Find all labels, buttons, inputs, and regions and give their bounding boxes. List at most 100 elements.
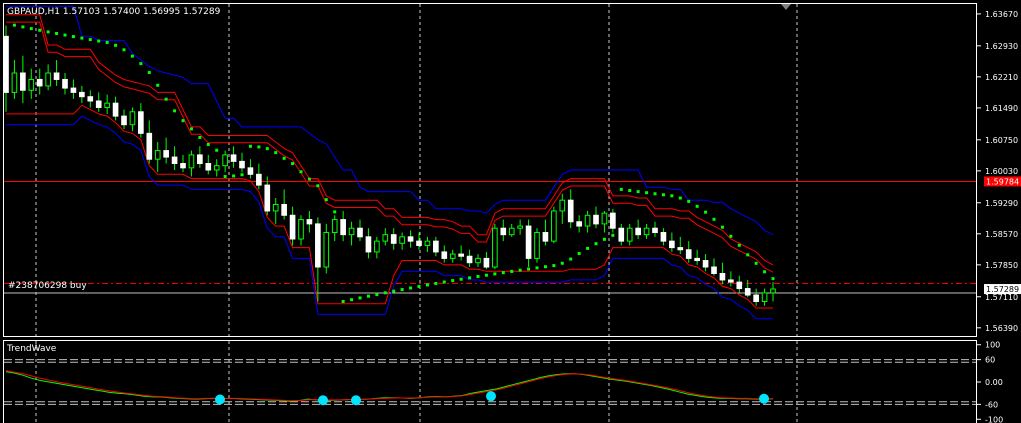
candle-body [306, 219, 313, 225]
candle-body [272, 203, 279, 212]
candle-body [382, 234, 389, 242]
candle-body [323, 232, 330, 268]
price-tick-label: 1.62930 [985, 42, 1018, 51]
price-tick-label: 1.56390 [985, 324, 1018, 333]
candle-body [264, 184, 271, 212]
sar-dot [543, 265, 547, 269]
candle-body [770, 288, 776, 294]
chart-shift-marker[interactable] [781, 4, 791, 10]
sar-dot [122, 48, 126, 52]
sar-dot [324, 198, 328, 202]
sar-dot [560, 261, 564, 265]
sar-dot [29, 27, 33, 31]
sar-dot [695, 204, 699, 208]
candle-body [129, 111, 136, 126]
candle-body [492, 227, 498, 268]
candle-body [112, 102, 119, 117]
sar-dot [257, 145, 261, 149]
sar-dot [451, 279, 455, 283]
sar-dot [602, 237, 606, 241]
price-tick-label: 1.60030 [985, 167, 1018, 176]
candle-body [542, 232, 549, 242]
candle-body [281, 203, 287, 216]
sar-dot [358, 296, 362, 300]
sar-dot [248, 144, 252, 148]
candle-body [660, 232, 667, 242]
sar-dot [442, 280, 446, 284]
sar-dot [712, 217, 716, 221]
candle-body [551, 210, 557, 242]
candle-body [348, 227, 355, 236]
candle-body [433, 240, 439, 253]
candle-body [62, 78, 68, 89]
window-title: GBPAUD,H1 1.57103 1.57400 1.56995 1.5728… [7, 7, 221, 17]
sar-dot [206, 142, 210, 146]
sar-dot [577, 251, 581, 255]
sar-dot [88, 38, 92, 42]
sar-dot [434, 281, 438, 285]
sar-dot [80, 36, 84, 40]
candle-body [449, 253, 456, 259]
candle-body [500, 227, 507, 236]
candle-body [517, 225, 523, 229]
candle-body [643, 227, 650, 236]
sar-dot [594, 242, 598, 246]
candle-body [685, 249, 692, 259]
sar-dot [299, 170, 303, 174]
sar-dot [63, 33, 67, 37]
candle-body [256, 173, 262, 186]
sar-dot [181, 119, 185, 123]
price-tick-label: 1.57850 [985, 261, 1018, 270]
price-panel-frame [3, 3, 977, 337]
candle-body [154, 150, 161, 160]
sar-dot [484, 273, 488, 277]
candle-body [331, 219, 338, 234]
candle-body [399, 236, 405, 244]
sar-dot [527, 267, 531, 271]
candle-body [508, 227, 515, 236]
candle-body [3, 35, 9, 93]
chart-svg[interactable]: 1.63670 1.62930 1.62210 1.61490 1.60750 1.600… [0, 0, 1021, 423]
sar-dot [375, 292, 379, 296]
sar-dot [417, 284, 421, 288]
sar-dot [510, 269, 514, 273]
sar-dot [350, 298, 354, 302]
sar-dot [223, 174, 227, 178]
sar-dot [215, 148, 219, 152]
sar-dot [704, 210, 708, 214]
sar-dot [71, 35, 75, 39]
sar-dot [38, 28, 42, 32]
candle-body [53, 72, 60, 80]
sar-dot [670, 194, 674, 198]
candle-body [247, 167, 254, 175]
sar-dot [46, 30, 50, 34]
candle-body [79, 91, 85, 98]
candle-body [669, 240, 675, 249]
sar-dot [754, 261, 758, 265]
sar-dot [240, 173, 244, 177]
sar-dot [341, 300, 345, 304]
candle-body [45, 72, 51, 87]
price-tick-label: 1.63670 [985, 10, 1018, 19]
sar-dot [21, 25, 25, 29]
sar-dot [535, 266, 539, 270]
sar-dot [569, 257, 573, 261]
signal-dot [318, 395, 328, 406]
sar-dot [164, 97, 168, 101]
indicator-panel-frame [3, 340, 977, 423]
sar-dot [333, 210, 337, 214]
candle-body [213, 165, 220, 171]
sar-dot [737, 243, 741, 247]
indicator-tick-label: -60 [985, 400, 998, 409]
sar-dot [282, 156, 286, 160]
sar-dot [459, 277, 463, 281]
candle-body [188, 154, 195, 169]
candle-body [104, 102, 110, 108]
chart-window[interactable]: 1.63670 1.62930 1.62210 1.61490 1.60750 1.600… [0, 0, 1021, 423]
sar-dot [636, 190, 640, 194]
trendwave-lines [5, 370, 774, 402]
candle-body [534, 232, 540, 259]
price-tick-label: 1.62210 [985, 73, 1018, 82]
outer-upper-band [6, 5, 774, 236]
candle-body [593, 214, 599, 225]
